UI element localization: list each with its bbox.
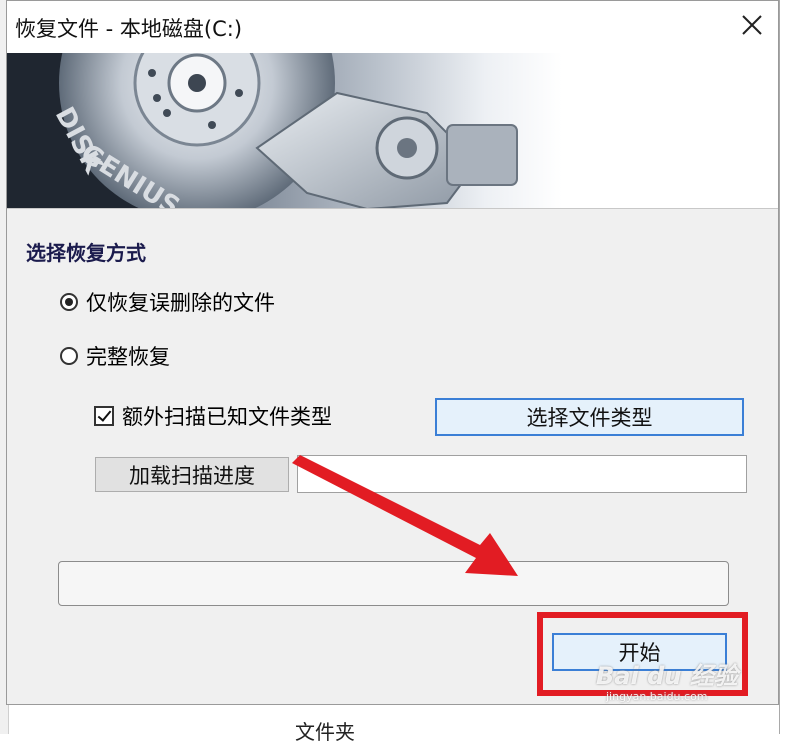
background-partial-text: 文件夹 bbox=[295, 720, 355, 744]
banner-divider bbox=[7, 208, 778, 209]
window-title: 恢复文件 - 本地磁盘(C:) bbox=[15, 17, 243, 41]
radio-full-recovery[interactable] bbox=[60, 347, 78, 365]
baidu-watermark: Bai du 经验 bbox=[596, 662, 738, 690]
scan-known-types-label: 额外扫描已知文件类型 bbox=[122, 405, 332, 429]
option-recover-deleted[interactable]: 仅恢复误删除的文件 bbox=[60, 287, 275, 317]
title-bar: 恢复文件 - 本地磁盘(C:) bbox=[7, 1, 778, 53]
hard-drive-graphic: DISK GENIUS bbox=[7, 53, 518, 209]
load-scan-progress-button[interactable]: 加载扫描进度 bbox=[95, 457, 289, 492]
close-button[interactable] bbox=[738, 11, 766, 39]
scan-known-types-checkbox[interactable] bbox=[94, 406, 114, 426]
disk-genius-banner: DISK GENIUS bbox=[7, 53, 778, 209]
close-icon bbox=[742, 15, 762, 35]
option-full-recovery[interactable]: 完整恢复 bbox=[60, 341, 170, 371]
background-app-right bbox=[779, 0, 787, 734]
baidu-watermark-url: jingyan.baidu.com bbox=[606, 690, 708, 703]
scan-progress-path-field[interactable] bbox=[297, 455, 747, 493]
option-full-recovery-label: 完整恢复 bbox=[86, 345, 170, 369]
progress-bar bbox=[58, 561, 729, 606]
option-recover-deleted-label: 仅恢复误删除的文件 bbox=[86, 291, 275, 315]
recover-files-dialog: 恢复文件 - 本地磁盘(C:) DISK GENIUS 选择恢复方式 仅恢复误删… bbox=[6, 0, 779, 705]
radio-recover-deleted[interactable] bbox=[60, 293, 78, 311]
select-file-types-button[interactable]: 选择文件类型 bbox=[435, 398, 744, 436]
scan-known-types-option[interactable]: 额外扫描已知文件类型 bbox=[94, 401, 332, 431]
section-title: 选择恢复方式 bbox=[26, 241, 146, 265]
